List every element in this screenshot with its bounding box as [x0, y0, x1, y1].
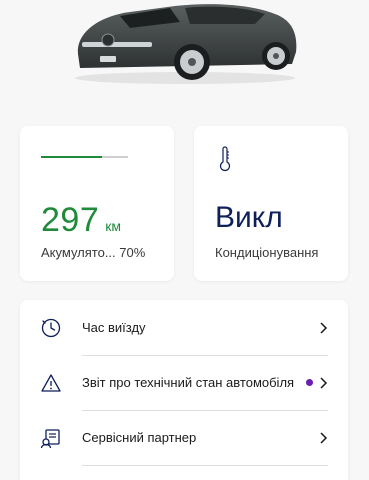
menu-item-label: Сервісний партнер: [82, 430, 197, 445]
menu-item-vehicle-health-report[interactable]: Звіт про технічний стан автомобіля: [20, 355, 348, 410]
menu-item-label: Час виїзду: [82, 320, 146, 335]
menu-item-service-partner[interactable]: Сервісний партнер: [20, 410, 348, 465]
range-number: 297: [41, 201, 100, 239]
chevron-right-icon: [320, 321, 328, 334]
notification-dot: [306, 379, 313, 386]
vehicle-menu-list: Час виїзду Звіт про технічний стан автом…: [20, 300, 348, 480]
warning-icon: [41, 373, 61, 392]
menu-item-label: Звіт про технічний стан автомобіля: [82, 375, 295, 390]
battery-label: Акумулято... 70%: [41, 245, 146, 260]
range-tile[interactable]: 297 км Акумулято... 70%: [20, 126, 174, 281]
thermometer-icon: [219, 146, 231, 172]
range-unit: км: [105, 218, 121, 234]
range-value: 297 км: [41, 201, 121, 240]
chevron-right-icon: [320, 431, 328, 444]
clock-icon: [41, 318, 61, 337]
vehicle-status-screen: 297 км Акумулято... 70% Викл Кондиціонув…: [0, 0, 369, 480]
battery-level-fill: [41, 156, 102, 158]
car-image: [75, 4, 297, 84]
chevron-right-icon: [320, 376, 328, 389]
climate-tile[interactable]: Викл Кондиціонування: [194, 126, 348, 281]
battery-level-bar: [41, 156, 128, 158]
climate-status: Викл: [215, 201, 283, 234]
service-partner-icon: [40, 428, 60, 448]
menu-item-departure-time[interactable]: Час виїзду: [20, 300, 348, 355]
climate-label: Кондиціонування: [215, 245, 319, 260]
divider: [82, 465, 328, 466]
